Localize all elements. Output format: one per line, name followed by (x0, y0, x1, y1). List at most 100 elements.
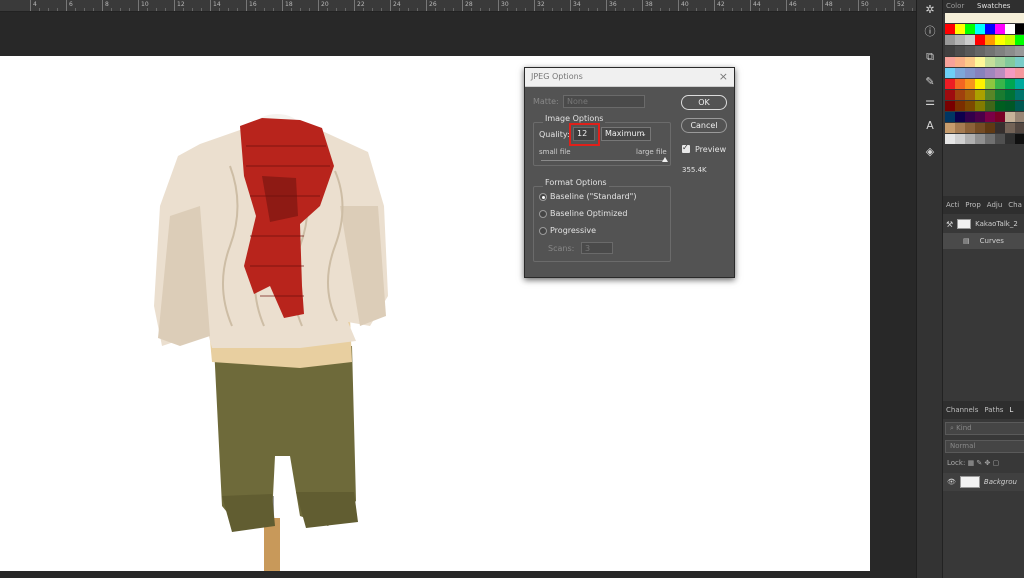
color-swatch[interactable] (965, 46, 975, 56)
color-swatch[interactable] (1015, 24, 1024, 34)
tab-color[interactable]: Color (946, 2, 964, 10)
color-swatch[interactable] (995, 35, 1005, 45)
dialog-title-bar[interactable]: JPEG Options × (525, 68, 734, 87)
color-swatch[interactable] (1005, 35, 1015, 45)
history-item-curves[interactable]: ▤ Curves (943, 233, 1024, 249)
color-swatch[interactable] (985, 90, 995, 100)
color-swatch[interactable] (965, 13, 975, 23)
lock-pixels-icon[interactable]: ▦ ✎ ✥ ▢ (968, 459, 1000, 467)
info-icon[interactable]: ⓘ (921, 22, 939, 40)
scans-select[interactable]: 3 (581, 242, 613, 254)
color-swatch[interactable] (975, 24, 985, 34)
format-baseline-standard[interactable]: Baseline ("Standard") (550, 192, 636, 201)
layer-kind-filter[interactable]: ⌕ Kind (945, 422, 1024, 435)
color-swatch[interactable] (985, 24, 995, 34)
sparkle-icon[interactable]: ✲ (921, 0, 939, 18)
color-swatch[interactable] (1015, 134, 1024, 144)
color-swatch[interactable] (955, 68, 965, 78)
color-swatch[interactable] (955, 101, 965, 111)
color-swatch[interactable] (1015, 112, 1024, 122)
color-swatch[interactable] (1005, 13, 1015, 23)
tab-actions[interactable]: Acti (943, 201, 962, 209)
color-swatch[interactable] (945, 46, 955, 56)
brush-icon[interactable]: ✎ (921, 72, 939, 90)
color-swatch[interactable] (965, 101, 975, 111)
color-swatch[interactable] (985, 101, 995, 111)
color-swatch[interactable] (1015, 123, 1024, 133)
radio-baseline-standard[interactable] (539, 193, 547, 201)
quality-slider-thumb[interactable] (662, 157, 668, 162)
tab-channels[interactable]: Channels (943, 406, 981, 414)
ok-button[interactable]: OK (681, 95, 727, 110)
color-swatch[interactable] (945, 35, 955, 45)
color-swatch[interactable] (995, 57, 1005, 67)
color-swatch[interactable] (975, 134, 985, 144)
preview-checkbox[interactable] (682, 143, 690, 153)
color-swatch[interactable] (945, 134, 955, 144)
color-swatch[interactable] (955, 13, 965, 23)
color-swatch[interactable] (995, 24, 1005, 34)
color-swatch[interactable] (995, 68, 1005, 78)
color-swatch[interactable] (965, 79, 975, 89)
color-swatch[interactable] (945, 101, 955, 111)
color-swatch[interactable] (1005, 112, 1015, 122)
color-swatch[interactable] (945, 24, 955, 34)
radio-baseline-optimized[interactable] (539, 210, 547, 218)
format-progressive[interactable]: Progressive (550, 226, 596, 235)
color-swatch[interactable] (1015, 90, 1024, 100)
character-icon[interactable]: A (921, 116, 939, 134)
color-swatch[interactable] (945, 112, 955, 122)
tab-adjustments[interactable]: Adju (984, 201, 1006, 209)
radio-progressive[interactable] (539, 227, 547, 235)
clone-source-icon[interactable]: ⧉ (921, 48, 939, 66)
quality-preset-select[interactable]: Maximum ⌄ (601, 127, 651, 141)
format-baseline-optimized[interactable]: Baseline Optimized (550, 209, 627, 218)
color-swatch[interactable] (995, 134, 1005, 144)
color-swatch[interactable] (1015, 57, 1024, 67)
color-swatch[interactable] (955, 79, 965, 89)
tab-swatches[interactable]: Swatches (977, 2, 1010, 10)
color-swatch[interactable] (995, 13, 1005, 23)
color-swatch[interactable] (965, 35, 975, 45)
document-canvas[interactable] (0, 56, 870, 571)
quality-slider-track[interactable] (541, 160, 665, 161)
color-swatch[interactable] (955, 134, 965, 144)
color-swatch[interactable] (995, 46, 1005, 56)
color-swatch[interactable] (975, 46, 985, 56)
color-swatch[interactable] (955, 46, 965, 56)
color-swatch[interactable] (955, 24, 965, 34)
color-swatch[interactable] (985, 112, 995, 122)
color-swatch[interactable] (945, 90, 955, 100)
color-swatch[interactable] (975, 57, 985, 67)
color-swatch[interactable] (1005, 123, 1015, 133)
tab-layers[interactable]: L (1006, 406, 1016, 414)
color-swatch[interactable] (955, 90, 965, 100)
color-swatch[interactable] (1005, 90, 1015, 100)
preview-label[interactable]: Preview (695, 145, 726, 154)
color-swatch[interactable] (995, 79, 1005, 89)
color-swatch[interactable] (1005, 24, 1015, 34)
layer-row-background[interactable]: 👁 Backgrou (943, 473, 1024, 491)
color-swatch[interactable] (965, 90, 975, 100)
color-swatch[interactable] (1015, 35, 1024, 45)
color-swatch[interactable] (955, 112, 965, 122)
color-swatch[interactable] (945, 68, 955, 78)
color-swatch[interactable] (985, 123, 995, 133)
color-swatch[interactable] (945, 79, 955, 89)
color-swatch[interactable] (985, 46, 995, 56)
sliders-icon[interactable]: ⚌ (921, 92, 939, 110)
color-swatch[interactable] (965, 123, 975, 133)
color-swatch[interactable] (985, 134, 995, 144)
eye-icon[interactable]: 👁 (947, 478, 956, 486)
color-swatch[interactable] (1015, 13, 1024, 23)
color-swatch[interactable] (985, 57, 995, 67)
color-swatch[interactable] (975, 90, 985, 100)
color-swatch[interactable] (995, 112, 1005, 122)
blend-mode-select[interactable]: Normal (945, 440, 1024, 453)
color-swatch[interactable] (975, 101, 985, 111)
tab-character[interactable]: Cha (1005, 201, 1024, 209)
color-swatch[interactable] (955, 57, 965, 67)
canvas-area[interactable] (0, 12, 916, 578)
color-swatch[interactable] (975, 13, 985, 23)
color-swatch[interactable] (985, 35, 995, 45)
